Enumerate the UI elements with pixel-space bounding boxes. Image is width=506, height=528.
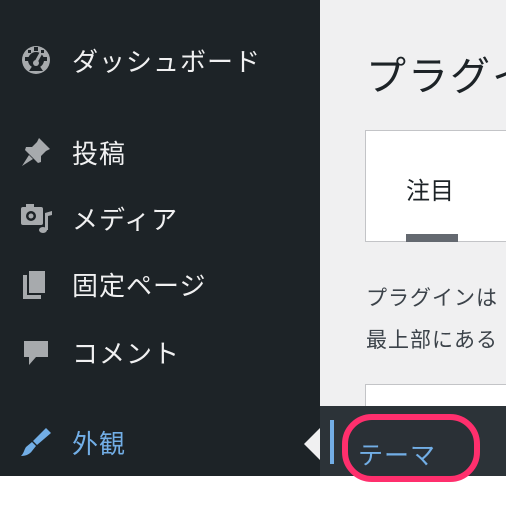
active-tab-indicator	[406, 234, 458, 242]
pages-icon	[18, 266, 54, 302]
comment-icon	[18, 334, 54, 370]
sidebar-item-pages[interactable]: 固定ページ	[0, 256, 320, 312]
sidebar-item-media[interactable]: メディア	[0, 190, 320, 246]
submenu-item-themes[interactable]: テーマ	[358, 436, 436, 472]
dashboard-icon	[18, 42, 54, 78]
sidebar-item-dashboard[interactable]: ダッシュボード	[0, 32, 320, 88]
media-icon	[18, 200, 54, 236]
sidebar-item-posts[interactable]: 投稿	[0, 124, 320, 180]
active-menu-arrow	[304, 428, 320, 460]
paintbrush-icon	[18, 424, 54, 460]
appearance-submenu: テーマ	[320, 406, 506, 482]
submenu-focus-bar	[330, 420, 334, 464]
sidebar-item-label: ダッシュボード	[72, 47, 262, 78]
main-content: プラグイ 注目 プラグインは 最上部にある	[320, 0, 506, 406]
sidebar-item-label: メディア	[72, 205, 179, 236]
sidebar-item-label: 固定ページ	[72, 271, 207, 302]
sidebar-item-label: 投稿	[72, 139, 127, 170]
sidebar-item-label: コメント	[72, 339, 181, 370]
tab-featured[interactable]: 注目	[365, 130, 506, 242]
tab-label: 注目	[406, 177, 454, 205]
admin-sidebar: ダッシュボード 投稿 メディア 固定ページ コメント 外観	[0, 0, 320, 476]
sidebar-item-label: 外観	[72, 429, 127, 460]
plugin-card	[365, 384, 506, 406]
page-title: プラグイ	[366, 54, 506, 100]
pin-icon	[18, 134, 54, 170]
description-line: プラグインは	[366, 286, 498, 310]
description-line: 最上部にある	[366, 328, 498, 352]
sidebar-item-appearance[interactable]: 外観	[0, 414, 320, 470]
sidebar-item-comments[interactable]: コメント	[0, 324, 320, 380]
